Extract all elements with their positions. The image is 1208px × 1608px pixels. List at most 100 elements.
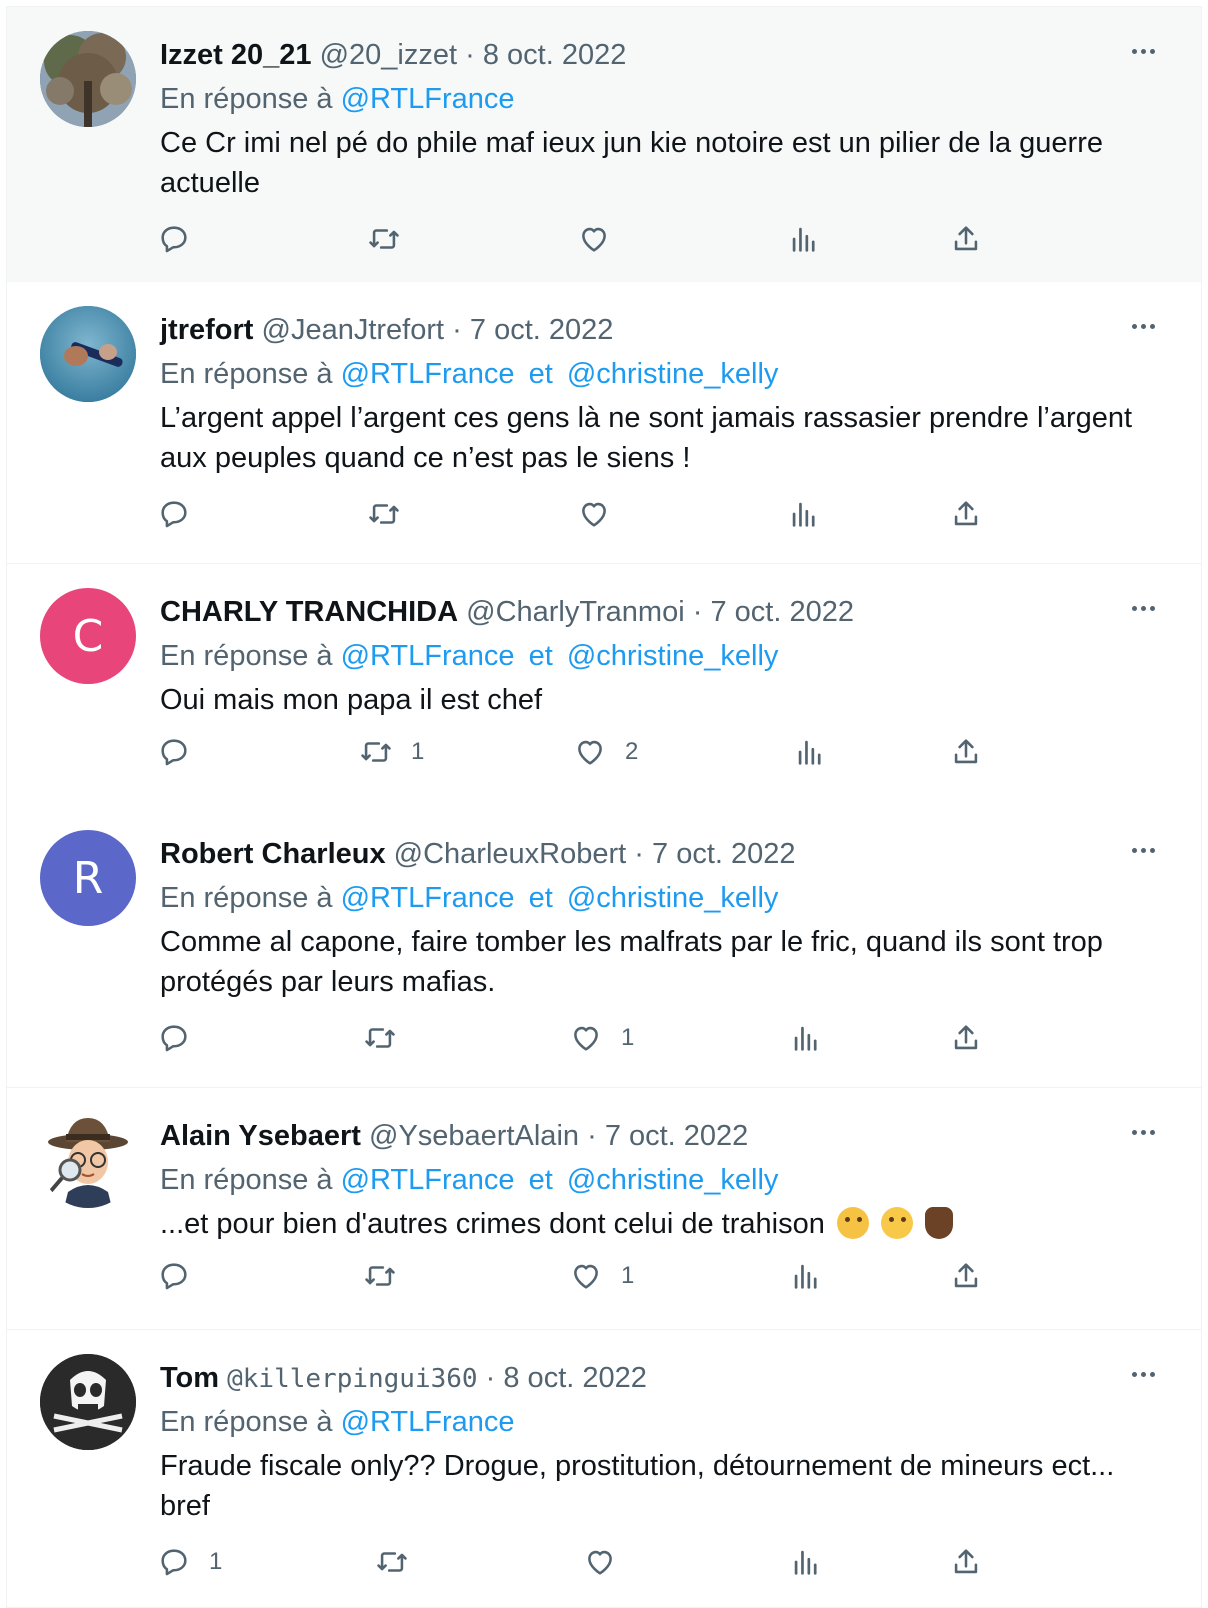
more-options-icon[interactable] — [1125, 33, 1161, 69]
retweet-button[interactable] — [363, 1018, 415, 1058]
reply-button[interactable] — [157, 1018, 209, 1058]
tweet[interactable]: Tom @killerpingui360 · 8 oct. 2022 En ré… — [6, 1330, 1202, 1608]
reply-icon — [161, 226, 187, 253]
mention-link[interactable]: @christine_kelly — [567, 1164, 779, 1196]
tweet[interactable]: Izzet 20_21 @20_izzet · 8 oct. 2022 En r… — [6, 6, 1202, 288]
mention-link[interactable]: @RTLFrance — [341, 882, 515, 914]
tweet-text: Fraude fiscale only?? Drogue, prostituti… — [160, 1450, 1115, 1522]
reply-prefix: En réponse à — [160, 358, 333, 390]
like-button[interactable]: 1 — [569, 1018, 634, 1058]
retweet-button[interactable]: 1 — [359, 732, 424, 772]
mention-link[interactable]: @christine_kelly — [567, 640, 779, 672]
mention-link[interactable]: @christine_kelly — [567, 882, 779, 914]
reply-button[interactable]: 1 — [157, 1542, 222, 1582]
more-options-icon[interactable] — [1125, 1114, 1161, 1150]
mention-link[interactable]: @RTLFrance — [341, 640, 515, 672]
views-button[interactable] — [793, 732, 827, 772]
tweet-header: Izzet 20_21 @20_izzet · 8 oct. 2022 — [160, 37, 626, 73]
tweet-date[interactable]: 7 oct. 2022 — [652, 838, 796, 870]
share-button[interactable] — [949, 1018, 983, 1058]
retweet-icon — [365, 1266, 395, 1286]
more-options-icon[interactable] — [1125, 590, 1161, 626]
share-icon — [954, 226, 978, 251]
retweet-button[interactable] — [367, 494, 419, 534]
letter-avatar[interactable]: R — [40, 830, 136, 926]
mention-link[interactable]: @RTLFrance — [341, 1406, 515, 1438]
views-button[interactable] — [787, 219, 821, 259]
mention-link[interactable]: @RTLFrance — [341, 358, 515, 390]
views-button[interactable] — [789, 1542, 823, 1582]
author-handle[interactable]: @CharlyTranmoi — [466, 596, 685, 628]
reply-button[interactable] — [157, 494, 209, 534]
like-button[interactable] — [577, 494, 629, 534]
reply-button[interactable] — [157, 1256, 209, 1296]
author-name[interactable]: Tom — [160, 1362, 219, 1394]
author-name[interactable]: jtrefort — [160, 314, 253, 346]
detective-avatar[interactable] — [40, 1112, 136, 1208]
tweet[interactable]: R Robert Charleux @CharleuxRobert · 7 oc… — [6, 806, 1202, 1088]
share-button[interactable] — [949, 1542, 983, 1582]
retweet-button[interactable] — [367, 219, 419, 259]
like-button[interactable] — [583, 1542, 635, 1582]
like-button[interactable]: 1 — [569, 1256, 634, 1296]
separator: · — [465, 39, 475, 71]
retweet-icon — [369, 229, 399, 249]
share-button[interactable] — [949, 494, 983, 534]
tweet-date[interactable]: 7 oct. 2022 — [605, 1120, 749, 1152]
views-button[interactable] — [789, 1256, 823, 1296]
reply-prefix: En réponse à — [160, 83, 333, 115]
like-button[interactable]: 2 — [573, 732, 638, 772]
author-handle[interactable]: @JeanJtrefort — [262, 314, 445, 346]
blue-photo-avatar[interactable] — [40, 306, 136, 402]
heart-icon — [578, 740, 602, 765]
letter-avatar[interactable]: C — [40, 588, 136, 684]
tweet-date[interactable]: 7 oct. 2022 — [470, 314, 614, 346]
author-name[interactable]: Izzet 20_21 — [160, 39, 312, 71]
skull-avatar[interactable] — [40, 1354, 136, 1450]
more-options-icon[interactable] — [1125, 308, 1161, 344]
views-button[interactable] — [787, 494, 821, 534]
author-handle[interactable]: @20_izzet — [320, 39, 457, 71]
tweet[interactable]: C CHARLY TRANCHIDA @CharlyTranmoi · 7 oc… — [6, 564, 1202, 846]
share-button[interactable] — [949, 1256, 983, 1296]
avatar-letter: C — [72, 610, 104, 662]
author-handle[interactable]: @YsebaertAlain — [369, 1120, 579, 1152]
tweet-date[interactable]: 8 oct. 2022 — [483, 39, 627, 71]
tree-photo-avatar[interactable] — [40, 31, 136, 127]
avatar-letter: R — [72, 852, 104, 904]
author-handle[interactable]: @CharleuxRobert — [394, 838, 627, 870]
share-icon — [954, 1263, 978, 1288]
mention-and: et — [528, 1164, 553, 1196]
mention-link[interactable]: @christine_kelly — [567, 358, 779, 390]
mention-link[interactable]: @RTLFrance — [341, 83, 515, 115]
more-options-icon[interactable] — [1125, 832, 1161, 868]
share-button[interactable] — [949, 732, 983, 772]
share-button[interactable] — [949, 219, 983, 259]
reply-context: En réponse à @RTLFrance et @christine_ke… — [160, 356, 778, 392]
tweet-text: L’argent appel l’argent ces gens là ne s… — [160, 402, 1133, 474]
tweet-text: Ce Cr imi nel pé do phile maf ieux jun k… — [160, 127, 1103, 199]
retweet-button[interactable] — [375, 1542, 427, 1582]
author-name[interactable]: Robert Charleux — [160, 838, 386, 870]
like-button[interactable] — [577, 219, 629, 259]
separator: · — [634, 838, 644, 870]
tweet-header: CHARLY TRANCHIDA @CharlyTranmoi · 7 oct.… — [160, 594, 854, 630]
retweet-button[interactable] — [363, 1256, 415, 1296]
views-button[interactable] — [789, 1018, 823, 1058]
analytics-icon — [792, 227, 815, 252]
reply-button[interactable] — [157, 732, 209, 772]
tweet-date[interactable]: 7 oct. 2022 — [710, 596, 854, 628]
retweet-count: 1 — [411, 738, 425, 765]
tweet-date[interactable]: 8 oct. 2022 — [503, 1362, 647, 1394]
reply-button[interactable] — [157, 219, 209, 259]
more-options-icon[interactable] — [1125, 1356, 1161, 1392]
tweet[interactable]: jtrefort @JeanJtrefort · 7 oct. 2022 En … — [6, 282, 1202, 564]
retweet-icon — [361, 742, 391, 762]
mention-and: et — [528, 882, 553, 914]
tweet[interactable]: Alain Ysebaert @YsebaertAlain · 7 oct. 2… — [6, 1088, 1202, 1330]
author-name[interactable]: Alain Ysebaert — [160, 1120, 361, 1152]
author-name[interactable]: CHARLY TRANCHIDA — [160, 596, 458, 628]
reply-prefix: En réponse à — [160, 1406, 333, 1438]
author-handle[interactable]: @killerpingui360 — [227, 1364, 477, 1394]
mention-link[interactable]: @RTLFrance — [341, 1164, 515, 1196]
